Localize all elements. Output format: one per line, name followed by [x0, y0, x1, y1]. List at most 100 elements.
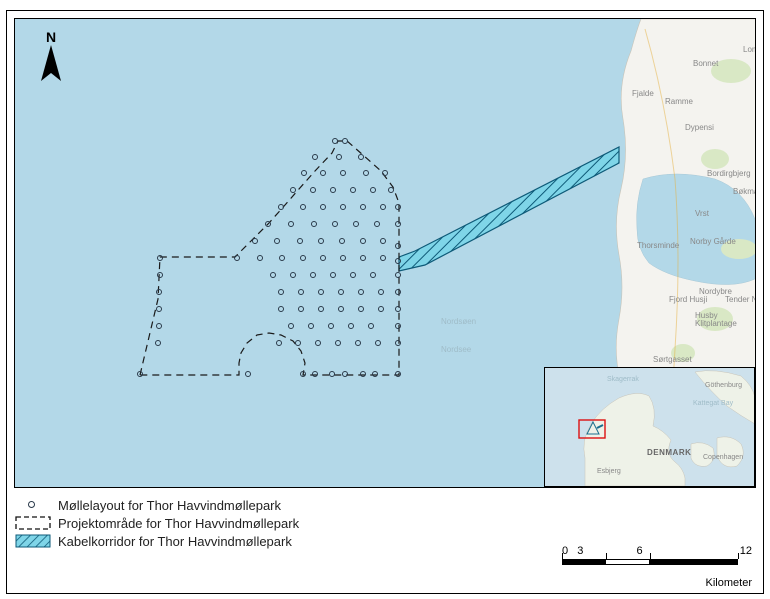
turbine-marker: [395, 272, 401, 278]
land-label: Bøkmarksbei: [733, 187, 756, 196]
turbine-marker: [137, 371, 143, 377]
turbine-marker: [375, 340, 381, 346]
land-label: Fjalde: [632, 89, 654, 98]
turbine-marker: [156, 289, 162, 295]
turbine-marker: [320, 170, 326, 176]
turbine-marker: [395, 243, 401, 249]
legend-symbol-project: [14, 516, 52, 530]
turbine-marker: [335, 340, 341, 346]
inset-label: Skagerrak: [607, 376, 639, 383]
turbine-marker: [155, 340, 161, 346]
land-label: Lomgr: [743, 45, 756, 54]
turbine-marker: [358, 154, 364, 160]
turbine-marker: [318, 306, 324, 312]
sea-label: Nordsøen: [441, 317, 476, 326]
turbine-marker: [308, 323, 314, 329]
turbine-marker: [360, 204, 366, 210]
turbine-marker: [380, 204, 386, 210]
land-label: Bonnet: [693, 59, 718, 68]
turbine-marker: [395, 371, 401, 377]
scale-tick-2: 6: [637, 545, 643, 557]
turbine-marker: [370, 187, 376, 193]
turbine-marker: [395, 306, 401, 312]
scale-bar-graphic: [562, 559, 752, 575]
turbine-marker: [270, 272, 276, 278]
turbine-marker: [380, 255, 386, 261]
turbine-marker: [288, 221, 294, 227]
turbine-marker: [278, 306, 284, 312]
turbine-marker: [312, 371, 318, 377]
scale-tick-3: 12: [740, 545, 752, 557]
turbine-marker: [380, 238, 386, 244]
scale-tick-labels: 0 3 6 12: [562, 545, 752, 557]
turbine-marker: [278, 204, 284, 210]
turbine-marker: [355, 340, 361, 346]
legend-symbol-turbine: [14, 498, 52, 512]
map-figure: NordsøenNordsee LomgrBonnetFjaldeRammeDy…: [0, 0, 770, 599]
turbine-marker: [276, 340, 282, 346]
turbine-marker: [395, 258, 401, 264]
turbine-marker: [350, 272, 356, 278]
turbine-marker: [388, 187, 394, 193]
turbine-marker: [278, 289, 284, 295]
turbine-marker: [315, 340, 321, 346]
turbine-marker: [311, 221, 317, 227]
turbine-marker: [329, 371, 335, 377]
turbine-marker: [245, 371, 251, 377]
turbine-marker: [310, 187, 316, 193]
turbine-marker: [156, 306, 162, 312]
north-letter: N: [37, 29, 65, 45]
turbine-marker: [234, 255, 240, 261]
turbine-marker: [370, 272, 376, 278]
legend: Møllelayout for Thor Havvindmøllepark Pr…: [14, 496, 756, 550]
turbine-marker: [342, 138, 348, 144]
land-label: Thorsminde: [637, 241, 679, 250]
land-label: Ramme: [665, 97, 693, 106]
turbine-marker: [290, 187, 296, 193]
turbine-marker: [310, 272, 316, 278]
turbine-marker: [372, 371, 378, 377]
north-arrow-icon: [37, 45, 65, 87]
turbine-marker: [378, 306, 384, 312]
turbine-marker: [395, 340, 401, 346]
turbine-marker: [382, 170, 388, 176]
turbine-marker: [320, 204, 326, 210]
turbine-marker: [157, 272, 163, 278]
turbine-marker: [320, 255, 326, 261]
turbine-marker: [300, 204, 306, 210]
legend-row-turbines: Møllelayout for Thor Havvindmøllepark: [14, 496, 756, 514]
land-label: Klitplantage: [695, 319, 737, 328]
turbine-marker: [257, 255, 263, 261]
turbine-marker: [374, 221, 380, 227]
sea-label: Nordsee: [441, 345, 471, 354]
turbine-marker: [340, 170, 346, 176]
land-label: Fjord Husji: [669, 295, 707, 304]
turbine-marker: [360, 371, 366, 377]
turbine-marker: [360, 255, 366, 261]
turbine-marker: [338, 306, 344, 312]
inset-label: Copenhagen: [703, 454, 743, 461]
turbine-marker: [336, 154, 342, 160]
legend-label-cable: Kabelkorridor for Thor Havvindmøllepark: [58, 534, 292, 549]
north-arrow: N: [37, 29, 65, 92]
turbine-marker: [157, 255, 163, 261]
turbine-marker: [318, 289, 324, 295]
turbine-marker: [312, 154, 318, 160]
land-label: Vrst: [695, 209, 709, 218]
turbine-marker: [156, 323, 162, 329]
scale-bar: 0 3 6 12 Kilometer: [562, 545, 752, 589]
turbine-marker: [279, 255, 285, 261]
turbine-marker: [358, 306, 364, 312]
inset-label: Esbjerg: [597, 468, 621, 475]
turbine-marker: [340, 255, 346, 261]
turbine-marker: [288, 323, 294, 329]
scale-tick-1: 3: [577, 545, 583, 557]
turbine-marker: [318, 238, 324, 244]
turbine-marker: [363, 170, 369, 176]
turbine-marker: [298, 306, 304, 312]
turbine-marker: [395, 221, 401, 227]
turbine-marker: [332, 138, 338, 144]
turbine-marker: [330, 272, 336, 278]
land-label: Bordirgbjerg: [707, 169, 751, 178]
turbine-marker: [332, 221, 338, 227]
